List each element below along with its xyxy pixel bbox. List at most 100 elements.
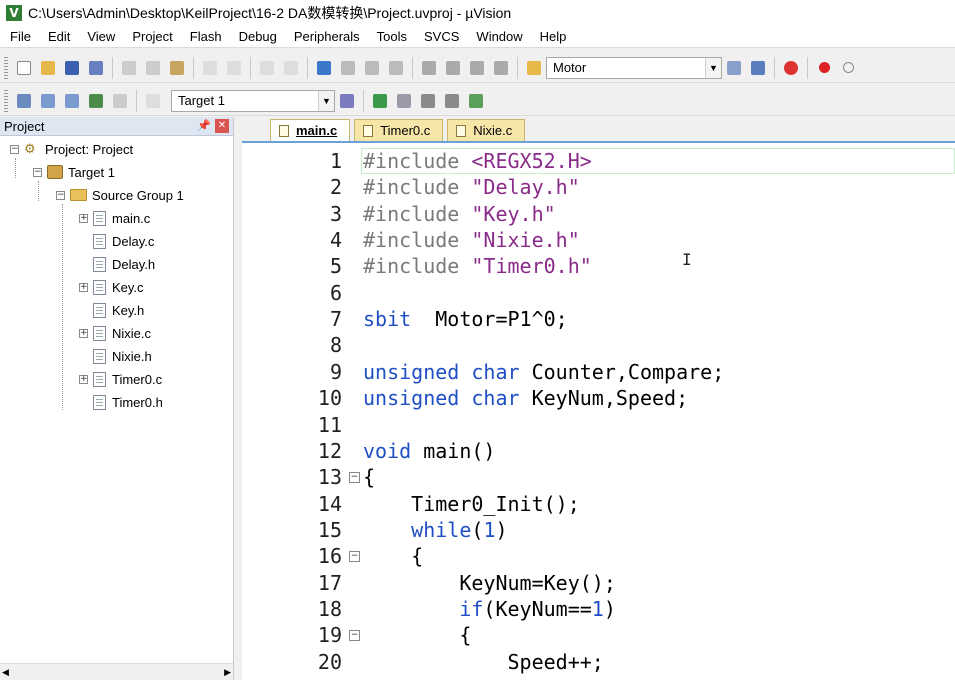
toolbar-grip[interactable] [4, 56, 8, 79]
find-icon[interactable] [723, 57, 745, 79]
code-line[interactable]: Speed++; [363, 649, 603, 675]
tree-file-item[interactable]: Nixie.h [79, 346, 152, 366]
tree-file-item[interactable]: + Nixie.c [79, 323, 151, 343]
tree-file-item[interactable]: Delay.c [79, 231, 154, 251]
stop-build-icon[interactable] [109, 90, 131, 112]
fold-collapse-icon[interactable]: − [349, 472, 360, 484]
next-bookmark-icon[interactable] [361, 57, 383, 79]
incremental-find-icon[interactable] [747, 57, 769, 79]
new-file-icon[interactable] [13, 57, 35, 79]
menu-help[interactable]: Help [530, 29, 574, 44]
code-line[interactable]: while(1) [363, 517, 507, 543]
code-line[interactable]: { [363, 622, 471, 648]
run-time-env-icon[interactable] [417, 90, 439, 112]
menu-peripherals[interactable]: Peripherals [284, 29, 367, 44]
expand-icon[interactable]: + [79, 213, 88, 223]
code-line[interactable]: KeyNum=Key(); [363, 570, 616, 596]
menu-window[interactable]: Window [466, 29, 529, 44]
toolbar-grip[interactable] [4, 89, 8, 112]
tree-file-item[interactable]: + Timer0.c [79, 369, 162, 389]
collapse-icon[interactable]: − [33, 167, 42, 177]
pin-icon[interactable]: 📌 [197, 119, 211, 132]
tree-project-item[interactable]: − ⚙ Project: Project [10, 139, 133, 159]
expand-icon[interactable]: + [79, 374, 88, 384]
target-select[interactable]: Target 1 ▼ [171, 89, 335, 112]
code-line[interactable]: { [363, 543, 423, 569]
fold-collapse-icon[interactable]: − [349, 551, 360, 563]
menu-file[interactable]: File [0, 29, 38, 44]
tab-main-c[interactable]: main.c [270, 119, 351, 141]
tab-timer0-c[interactable]: Timer0.c [354, 119, 444, 141]
menu-project[interactable]: Project [122, 29, 179, 44]
save-icon[interactable] [61, 57, 83, 79]
disable-breakpoint-icon[interactable] [837, 57, 859, 79]
rebuild-icon[interactable] [61, 90, 83, 112]
expand-icon[interactable]: + [79, 282, 88, 292]
horizontal-scrollbar[interactable]: ◀ ▶ [0, 663, 233, 680]
menu-flash[interactable]: Flash [180, 29, 229, 44]
fold-collapse-icon[interactable]: − [349, 630, 360, 642]
menu-edit[interactable]: Edit [38, 29, 77, 44]
undo-icon[interactable] [199, 57, 221, 79]
find-combo[interactable]: Motor ▼ [546, 56, 722, 79]
tree-file-item[interactable]: + Key.c [79, 277, 144, 297]
pack-installer-icon[interactable] [441, 90, 463, 112]
code-line[interactable]: if(KeyNum==1) [363, 596, 616, 622]
translate-icon[interactable] [13, 90, 35, 112]
code-line[interactable]: void main() [363, 438, 495, 464]
code-line[interactable]: #include <REGX52.H> [363, 148, 592, 174]
nav-back-icon[interactable] [256, 57, 278, 79]
tree-target-item[interactable]: − Target 1 [33, 162, 115, 182]
expand-icon[interactable]: + [79, 328, 88, 338]
code-line[interactable]: Timer0_Init(); [363, 491, 580, 517]
menu-debug[interactable]: Debug [229, 29, 284, 44]
tree-file-item[interactable]: Timer0.h [79, 392, 163, 412]
code-line[interactable]: #include "Key.h" [363, 201, 556, 227]
chevron-down-icon[interactable]: ▼ [318, 90, 334, 111]
collapse-icon[interactable]: − [10, 144, 19, 154]
copy-icon[interactable] [142, 57, 164, 79]
indent-icon[interactable] [418, 57, 440, 79]
tree-folder-item[interactable]: − Source Group 1 [56, 185, 184, 205]
bookmark-icon[interactable] [313, 57, 335, 79]
find-in-files-icon[interactable] [523, 57, 545, 79]
unindent-icon[interactable] [442, 57, 464, 79]
tree-file-item[interactable]: Key.h [79, 300, 144, 320]
prev-bookmark-icon[interactable] [337, 57, 359, 79]
build-icon[interactable] [37, 90, 59, 112]
select-packs-icon[interactable] [465, 90, 487, 112]
open-file-icon[interactable] [37, 57, 59, 79]
debug-session-icon[interactable] [780, 57, 802, 79]
tab-nixie-c[interactable]: Nixie.c [447, 119, 526, 141]
cut-icon[interactable] [118, 57, 140, 79]
chevron-down-icon[interactable]: ▼ [705, 57, 721, 78]
redo-icon[interactable] [223, 57, 245, 79]
save-all-icon[interactable] [85, 57, 107, 79]
file-extensions-icon[interactable] [393, 90, 415, 112]
menu-tools[interactable]: Tools [367, 29, 414, 44]
target-options-icon[interactable] [336, 90, 358, 112]
menu-svcs[interactable]: SVCS [414, 29, 466, 44]
tree-file-item[interactable]: Delay.h [79, 254, 155, 274]
scroll-left-icon[interactable]: ◀ [2, 667, 9, 678]
menu-view[interactable]: View [77, 29, 122, 44]
code-line[interactable]: unsigned char Counter,Compare; [363, 359, 724, 385]
batch-build-icon[interactable] [85, 90, 107, 112]
scroll-right-icon[interactable]: ▶ [224, 667, 231, 678]
uncomment-icon[interactable] [490, 57, 512, 79]
nav-forward-icon[interactable] [280, 57, 302, 79]
code-line[interactable]: unsigned char KeyNum,Speed; [363, 385, 688, 411]
collapse-icon[interactable]: − [56, 190, 65, 200]
clear-bookmarks-icon[interactable] [385, 57, 407, 79]
comment-icon[interactable] [466, 57, 488, 79]
paste-icon[interactable] [166, 57, 188, 79]
code-line[interactable]: #include "Timer0.h" [363, 253, 592, 279]
code-line[interactable]: #include "Delay.h" [363, 174, 580, 200]
code-line[interactable]: { [363, 464, 375, 490]
manage-components-icon[interactable] [369, 90, 391, 112]
code-area[interactable]: #include <REGX52.H> #include "Delay.h" #in… [361, 145, 955, 680]
code-line[interactable]: sbit Motor=P1^0; [363, 306, 568, 332]
download-icon[interactable] [142, 90, 164, 112]
breakpoint-icon[interactable] [813, 57, 835, 79]
close-icon[interactable]: ✕ [215, 119, 229, 133]
